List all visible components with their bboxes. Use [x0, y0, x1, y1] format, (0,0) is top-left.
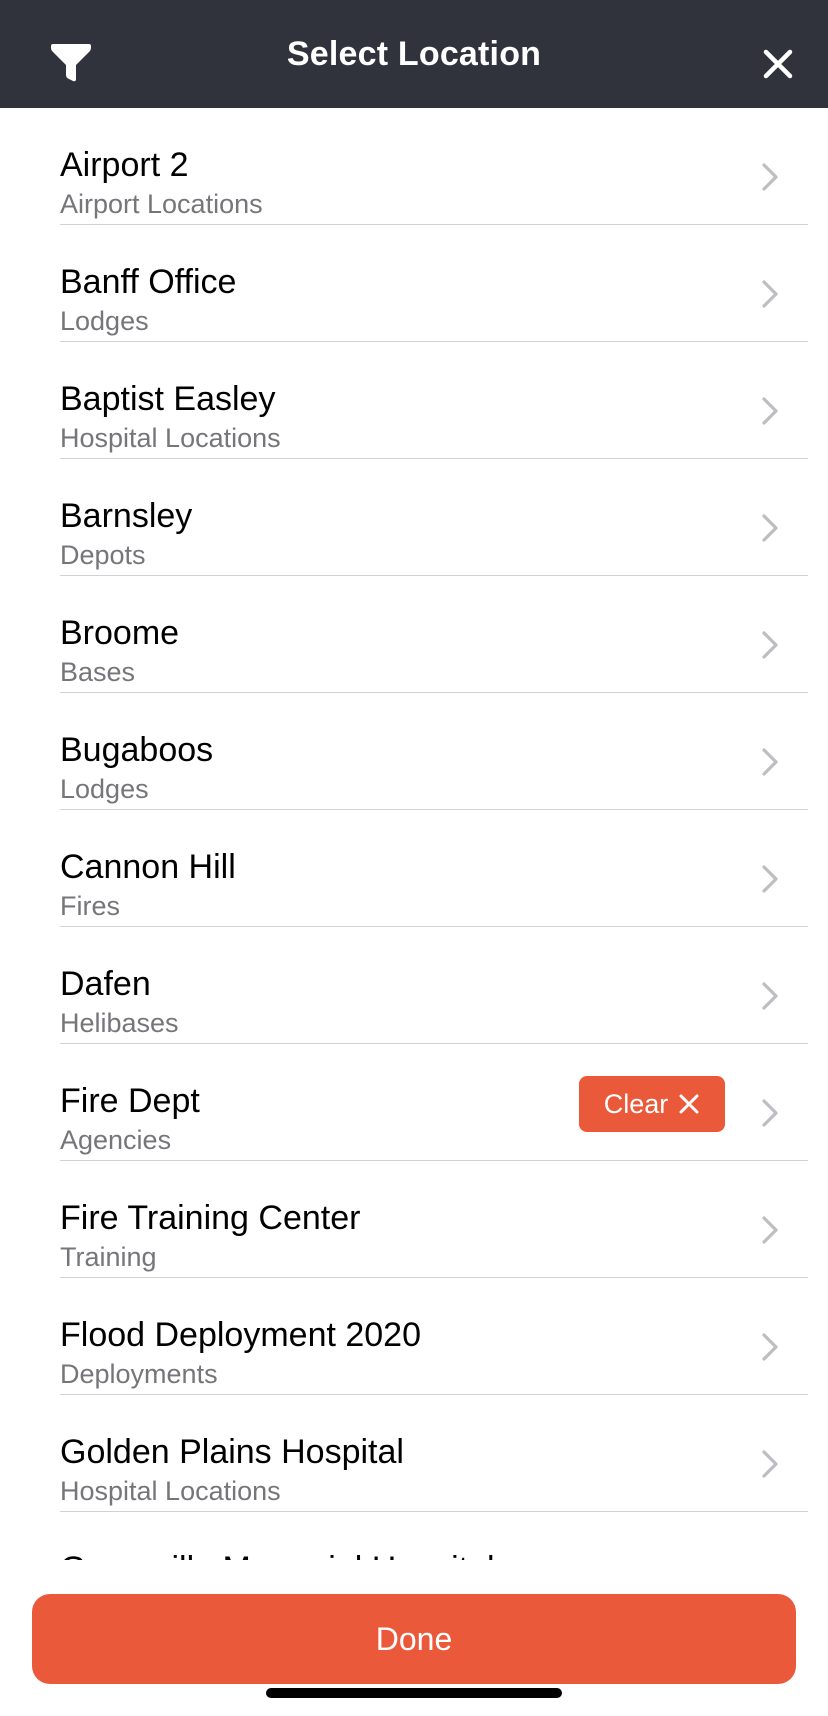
location-row[interactable]: Airport 2 Airport Locations	[60, 108, 808, 225]
chevron-right-icon	[762, 514, 778, 542]
location-row[interactable]: Broome Bases	[60, 576, 808, 693]
select-location-screen: Select Location Airport 2 Airport Locatio…	[0, 0, 828, 1716]
location-category: Hospital Locations	[60, 1476, 281, 1506]
location-row[interactable]: Dafen Helibases	[60, 927, 808, 1044]
location-category: Bases	[60, 657, 136, 687]
location-row[interactable]: Banff Office Lodges	[60, 225, 808, 342]
location-row[interactable]: Flood Deployment 2020 Deployments	[60, 1278, 808, 1395]
location-name: Banff Office	[60, 263, 237, 301]
location-name: Fire Training Center	[60, 1199, 361, 1237]
chevron-right-icon	[762, 631, 778, 659]
location-name: Bugaboos	[60, 731, 214, 769]
page-title: Select Location	[286, 34, 542, 73]
chevron-right-icon	[762, 1333, 778, 1361]
location-row[interactable]: Cannon Hill Fires	[60, 810, 808, 927]
location-category: Lodges	[60, 306, 149, 336]
chevron-right-icon	[762, 1450, 778, 1478]
chevron-right-icon	[762, 1216, 778, 1244]
chevron-right-icon	[762, 1099, 778, 1127]
done-button[interactable]: Done	[32, 1594, 796, 1684]
location-name: Fire Dept	[60, 1082, 200, 1120]
clear-selection-button[interactable]: Clear	[579, 1076, 725, 1132]
chevron-right-icon	[762, 865, 778, 893]
location-category: Helibases	[60, 1008, 179, 1038]
location-row[interactable]: Fire Training Center Training	[60, 1161, 808, 1278]
home-indicator	[266, 1688, 562, 1698]
location-category: Agencies	[60, 1125, 172, 1155]
location-name: Flood Deployment 2020	[60, 1316, 422, 1354]
clear-x-icon	[679, 1094, 699, 1114]
location-list[interactable]: Airport 2 Airport Locations Banff Office Lo…	[0, 108, 828, 1560]
location-category: Training	[60, 1242, 157, 1272]
chevron-right-icon	[762, 982, 778, 1010]
location-name: Baptist Easley	[60, 380, 276, 418]
chevron-right-icon	[762, 280, 778, 308]
location-category: Airport Locations	[60, 189, 263, 219]
chevron-right-icon	[762, 748, 778, 776]
filter-icon	[51, 44, 91, 82]
location-row[interactable]: Golden Plains Hospital Hospital Locations	[60, 1395, 808, 1512]
location-name: Airport 2	[60, 146, 189, 184]
chevron-right-icon	[762, 397, 778, 425]
location-row[interactable]: Barnsley Depots	[60, 459, 808, 576]
location-row[interactable]: Greenville Memorial HospitalHospital Loc…	[60, 1512, 808, 1560]
location-name: Dafen	[60, 965, 151, 1003]
location-name: Golden Plains Hospital	[60, 1433, 404, 1471]
location-name: Cannon Hill	[60, 848, 236, 886]
location-category: Hospital Locations	[60, 423, 281, 453]
location-name: Barnsley	[60, 497, 193, 535]
header-bar: Select Location	[0, 0, 828, 108]
location-category: Lodges	[60, 774, 149, 804]
location-category: Depots	[60, 540, 146, 570]
location-category: Deployments	[60, 1359, 218, 1389]
chevron-right-icon	[762, 163, 778, 191]
clear-label: Clear	[603, 1088, 669, 1119]
location-category: Fires	[60, 891, 120, 921]
location-row[interactable]: Bugaboos Lodges	[60, 693, 808, 810]
location-name: Greenville Memorial Hospital	[60, 1552, 495, 1560]
close-button[interactable]	[758, 44, 798, 84]
location-row[interactable]: Baptist Easley Hospital Locations	[60, 342, 808, 459]
location-name: Broome	[60, 614, 180, 652]
filter-button[interactable]	[44, 38, 98, 88]
location-row[interactable]: Fire Dept Agencies Clear	[60, 1044, 808, 1161]
close-icon	[763, 49, 793, 79]
